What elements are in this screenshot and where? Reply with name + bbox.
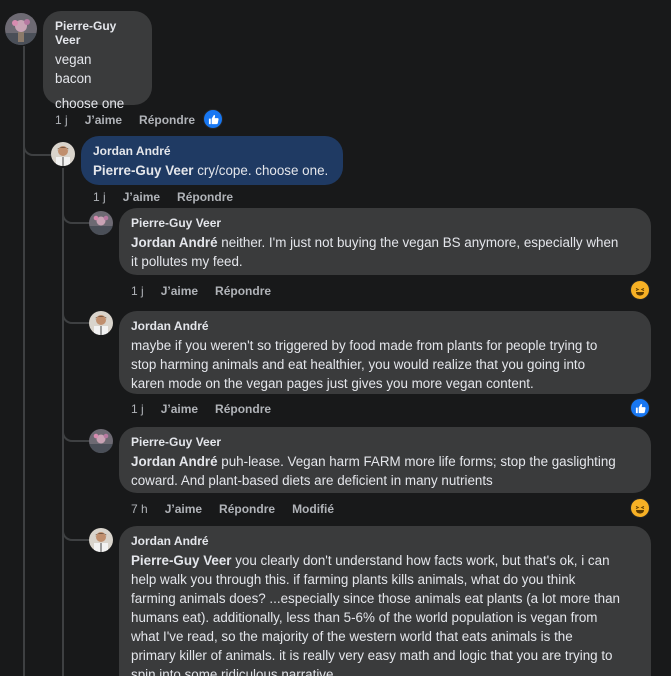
comment-text-body: neither. I'm just not buying the vegan B…: [217, 235, 619, 250]
comment-bubble-3: Pierre-Guy Veer Jordan André neither. I'…: [119, 208, 651, 275]
like-button[interactable]: J’aime: [85, 113, 122, 127]
comment-line: maybe if you weren't so triggered by foo…: [131, 338, 598, 353]
avatar-pierre-guy[interactable]: [89, 211, 113, 235]
comment-text: maybe if you weren't so triggered by foo…: [131, 336, 639, 393]
avatar-jordan[interactable]: [51, 142, 75, 166]
comment-line: spin into some ridiculous narrative.: [131, 667, 338, 676]
mention-link[interactable]: Pierre-Guy Veer: [131, 553, 232, 568]
like-button[interactable]: J’aime: [161, 284, 198, 298]
reply-button[interactable]: Répondre: [139, 113, 195, 127]
comment-line: vegan: [55, 52, 92, 67]
comment-actions-2: 1 j J’aime Répondre: [93, 190, 250, 204]
reply-button[interactable]: Répondre: [215, 284, 271, 298]
reply-button[interactable]: Répondre: [219, 502, 275, 516]
comment-line: what I've read, so the majority of the w…: [131, 629, 573, 644]
comment-bubble-5: Pierre-Guy Veer Jordan André puh-lease. …: [119, 427, 651, 493]
thread-elbow-reply-5: [62, 517, 90, 541]
comment-author[interactable]: Pierre-Guy Veer: [131, 216, 639, 230]
like-button[interactable]: J’aime: [161, 402, 198, 416]
comment-bubble-1: Pierre-Guy Veer vegan bacon choose one: [43, 11, 152, 111]
comment-line: farming animals does? ...especially sinc…: [131, 591, 621, 606]
haha-icon[interactable]: [630, 498, 650, 518]
comment-timestamp[interactable]: 1 j: [131, 284, 144, 298]
comment-bubble-2: Jordan André Pierre-Guy Veer cry/cope. c…: [81, 136, 343, 185]
comment-actions-1: 1 j J’aime Répondre: [55, 113, 212, 127]
comment-line: bacon: [55, 71, 92, 86]
comment-line: humans eat). additionally, less than 5-6…: [131, 610, 598, 625]
avatar-pierre-guy[interactable]: [5, 13, 37, 45]
avatar-jordan[interactable]: [89, 311, 113, 335]
comment-line: choose one: [55, 96, 125, 111]
comment-timestamp[interactable]: 1 j: [131, 402, 144, 416]
comment-text: Jordan André puh-lease. Vegan harm FARM …: [131, 452, 639, 490]
comment-author[interactable]: Jordan André: [93, 144, 331, 158]
comment-text-body: you clearly don't understand how facts w…: [231, 553, 610, 568]
comment-bubble-4: Jordan André maybe if you weren't so tri…: [119, 311, 651, 394]
haha-icon[interactable]: [630, 280, 650, 300]
mention-link[interactable]: Jordan André: [131, 454, 218, 469]
comment-author[interactable]: Pierre-Guy Veer: [131, 435, 639, 449]
comment-line: coward. And plant-based diets are defici…: [131, 473, 493, 488]
comment-text: Pierre-Guy Veer you clearly don't unders…: [131, 551, 639, 676]
avatar-pierre-guy[interactable]: [89, 429, 113, 453]
reply-button[interactable]: Répondre: [215, 402, 271, 416]
thread-elbow-reply-3: [62, 300, 90, 324]
comment-line: karen mode on the vegan pages just gives…: [131, 376, 534, 391]
comment-text: Pierre-Guy Veer cry/cope. choose one.: [93, 161, 331, 180]
comment-timestamp[interactable]: 1 j: [55, 113, 68, 127]
thread-elbow-reply-2: [62, 198, 90, 224]
thread-elbow-reply-4: [62, 418, 90, 442]
like-button[interactable]: J’aime: [123, 190, 160, 204]
like-icon[interactable]: [630, 398, 650, 418]
comment-line: it pollutes my feed.: [131, 254, 243, 269]
mention-link[interactable]: Pierre-Guy Veer: [93, 163, 194, 178]
like-icon[interactable]: [203, 109, 223, 129]
comment-actions-3: 1 j J’aime Répondre: [131, 284, 288, 298]
comment-author[interactable]: Jordan André: [131, 319, 639, 333]
comment-text: Jordan André neither. I'm just not buyin…: [131, 233, 639, 271]
like-button[interactable]: J’aime: [165, 502, 202, 516]
comment-author[interactable]: Pierre-Guy Veer: [55, 19, 140, 47]
thread-elbow-reply-1: [23, 130, 51, 156]
comment-line: stop harming animals and eat healthier, …: [131, 357, 586, 372]
comment-author[interactable]: Jordan André: [131, 534, 639, 548]
comment-line: primary killer of animals. it is really …: [131, 648, 613, 663]
comment-timestamp[interactable]: 7 h: [131, 502, 148, 516]
comment-bubble-6: Jordan André Pierre-Guy Veer you clearly…: [119, 526, 651, 676]
comment-actions-5: 7 h J’aime Répondre Modifié: [131, 502, 351, 516]
edited-label: Modifié: [292, 502, 335, 516]
reply-button[interactable]: Répondre: [177, 190, 233, 204]
comment-timestamp[interactable]: 1 j: [93, 190, 106, 204]
comment-text-body: puh-lease. Vegan harm FARM more life for…: [217, 454, 616, 469]
comment-thread: Pierre-Guy Veer vegan bacon choose one 1…: [0, 0, 671, 676]
comment-text: vegan bacon choose one: [55, 50, 140, 113]
mention-link[interactable]: Jordan André: [131, 235, 218, 250]
avatar-jordan[interactable]: [89, 528, 113, 552]
comment-text-body: cry/cope. choose one.: [193, 163, 329, 178]
comment-line: help walk you through this. if farming p…: [131, 572, 576, 587]
comment-actions-4: 1 j J’aime Répondre: [131, 402, 288, 416]
